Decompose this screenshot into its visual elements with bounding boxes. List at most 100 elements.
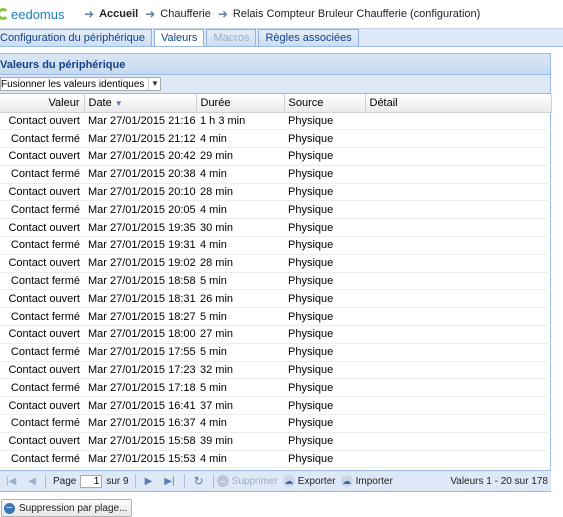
cell-valeur: Contact ouvert	[0, 254, 84, 273]
panel-title: Valeurs du périphérique	[0, 54, 550, 75]
table-row[interactable]: Contact ferméMar 27/01/2015 18:27:055 mi…	[0, 307, 551, 327]
first-page-icon[interactable]: |◀	[6, 476, 16, 487]
table-row[interactable]: Contact ouvertMar 27/01/2015 18:00:0527 …	[0, 325, 551, 344]
cell-duree: 1 h 3 min	[196, 112, 284, 131]
table-row[interactable]: Contact ouvertMar 27/01/2015 20:42:5329 …	[0, 147, 551, 166]
cell-valeur: Contact ouvert	[0, 432, 84, 451]
cell-detail	[365, 396, 551, 416]
table-row[interactable]: Contact ouvertMar 27/01/2015 18:31:5226 …	[0, 289, 551, 309]
next-page-icon[interactable]: ▶	[145, 476, 153, 487]
export-button[interactable]: ☁ Exporter	[282, 475, 336, 487]
cell-duree: 5 min	[196, 378, 284, 398]
separator	[134, 474, 136, 488]
cell-detail	[365, 307, 551, 327]
cell-valeur: Contact ouvert	[0, 325, 84, 344]
values-panel: Valeurs du périphérique Fusionner les va…	[0, 53, 552, 492]
cell-valeur: Contact ouvert	[0, 361, 84, 380]
cell-duree: 29 min	[196, 147, 284, 166]
last-page-icon[interactable]: ▶|	[164, 476, 174, 487]
cell-duree: 4 min	[196, 236, 284, 255]
import-button[interactable]: ☁ Importer	[340, 475, 393, 487]
range-delete-label: Suppression par plage...	[19, 502, 128, 514]
cell-source: Physique	[284, 450, 365, 469]
table-row[interactable]: Contact ouvertMar 27/01/2015 19:02:5028 …	[0, 254, 551, 273]
breadcrumb-item[interactable]: ➜ Accueil	[84, 7, 145, 21]
tab-bar: Configuration du périphérique Valeurs Macr…	[0, 28, 563, 47]
table-row[interactable]: Contact ferméMar 27/01/2015 18:58:185 mi…	[0, 272, 551, 291]
range-delete-button[interactable]: – Suppression par plage...	[1, 499, 133, 517]
breadcrumb-item[interactable]: ➜ Relais Compteur Bruleur Chaufferie (con…	[218, 7, 487, 21]
separator	[45, 474, 46, 488]
page-number-input[interactable]	[80, 474, 103, 488]
cell-valeur: Contact fermé	[0, 343, 84, 362]
cell-detail	[365, 129, 551, 149]
table-row[interactable]: Contact ouvertMar 27/01/2015 21:16:291 h…	[0, 112, 551, 131]
cell-duree: 4 min	[196, 414, 284, 433]
cell-detail	[365, 200, 551, 220]
table-row[interactable]: Contact ferméMar 27/01/2015 17:55:235 mi…	[0, 343, 551, 362]
table-row[interactable]: Contact ferméMar 27/01/2015 19:31:104 mi…	[0, 236, 551, 255]
cell-date: Mar 27/01/2015 20:38:26	[84, 165, 196, 184]
tab-0[interactable]: Configuration du périphérique	[0, 29, 152, 46]
table-row[interactable]: Contact ouvertMar 27/01/2015 20:10:1328 …	[0, 183, 551, 202]
breadcrumb-label: Relais Compteur Bruleur Chaufferie (conf…	[232, 8, 481, 20]
cell-valeur: Contact fermé	[0, 414, 84, 433]
delete-button[interactable]: – Supprimer	[216, 475, 278, 487]
table-row[interactable]: Contact ouvertMar 27/01/2015 15:58:2339 …	[0, 432, 551, 451]
tab-1[interactable]: Valeurs	[153, 29, 205, 46]
cell-date: Mar 27/01/2015 16:37:06	[84, 414, 196, 433]
table-row[interactable]: Contact ferméMar 27/01/2015 20:38:264 mi…	[0, 165, 551, 184]
cell-duree: 30 min	[196, 218, 284, 238]
cell-detail	[365, 414, 551, 433]
cell-date: Mar 27/01/2015 15:58:23	[84, 432, 196, 451]
merge-values-select[interactable]: Fusionner les valeurs identiques ▼	[0, 77, 162, 91]
cell-date: Mar 27/01/2015 18:27:05	[84, 307, 196, 327]
cell-date: Mar 27/01/2015 20:42:53	[84, 147, 196, 166]
chevron-down-icon[interactable]: ▼	[148, 78, 160, 90]
table-row[interactable]: Contact ouvertMar 27/01/2015 17:23:0432 …	[0, 361, 551, 380]
cell-duree: 4 min	[196, 450, 284, 469]
cell-source: Physique	[284, 414, 365, 433]
column-header-source[interactable]: Source	[284, 94, 366, 113]
table-row[interactable]: Contact ouvertMar 27/01/2015 19:35:3130 …	[0, 218, 551, 238]
tab-2[interactable]: Macros	[206, 29, 257, 46]
minus-circle-icon: –	[4, 502, 15, 514]
column-header-valeur[interactable]: Valeur	[0, 94, 85, 113]
eedomus-logo[interactable]: eedomus	[0, 7, 84, 22]
cell-source: Physique	[284, 236, 365, 255]
cell-source: Physique	[284, 325, 365, 344]
prev-page-icon[interactable]: ◀	[28, 476, 36, 487]
cell-source: Physique	[284, 396, 365, 416]
table-row[interactable]: Contact ferméMar 27/01/2015 20:05:484 mi…	[0, 200, 551, 220]
table-row[interactable]: Contact ouvertMar 27/01/2015 16:41:3037 …	[0, 396, 551, 416]
cell-valeur: Contact ouvert	[0, 183, 84, 202]
cell-detail	[365, 378, 551, 398]
table-row[interactable]: Contact ferméMar 27/01/2015 15:53:554 mi…	[0, 450, 551, 469]
breadcrumb-item[interactable]: ➜ Chaufferie	[145, 7, 218, 21]
cell-source: Physique	[284, 147, 365, 166]
cell-detail	[365, 325, 551, 344]
cell-detail	[365, 450, 551, 469]
cell-valeur: Contact fermé	[0, 450, 84, 469]
refresh-icon[interactable]: ↻	[194, 474, 204, 488]
table-row[interactable]: Contact ferméMar 27/01/2015 17:18:345 mi…	[0, 378, 551, 398]
cell-duree: 5 min	[196, 307, 284, 327]
cell-source: Physique	[284, 378, 365, 398]
column-header-date[interactable]: Date ▼	[84, 94, 197, 113]
cell-detail	[365, 183, 551, 202]
cell-valeur: Contact ouvert	[0, 396, 84, 416]
cell-duree: 39 min	[196, 432, 284, 451]
cell-source: Physique	[284, 432, 365, 451]
cell-detail	[365, 165, 551, 184]
cell-date: Mar 27/01/2015 16:41:30	[84, 396, 196, 416]
table-row[interactable]: Contact ferméMar 27/01/2015 16:37:064 mi…	[0, 414, 551, 433]
grid-header-row: Valeur Date ▼ Durée Source Détail	[0, 94, 552, 113]
cell-date: Mar 27/01/2015 20:10:13	[84, 183, 196, 202]
column-header-duree[interactable]: Durée	[196, 94, 285, 113]
cell-detail	[365, 343, 551, 362]
column-header-detail[interactable]: Détail	[365, 94, 552, 113]
table-row[interactable]: Contact ferméMar 27/01/2015 21:12:054 mi…	[0, 129, 551, 149]
export-label: Exporter	[297, 475, 336, 487]
tab-3[interactable]: Règles associées	[258, 29, 359, 46]
cell-date: Mar 27/01/2015 19:35:31	[84, 218, 196, 238]
